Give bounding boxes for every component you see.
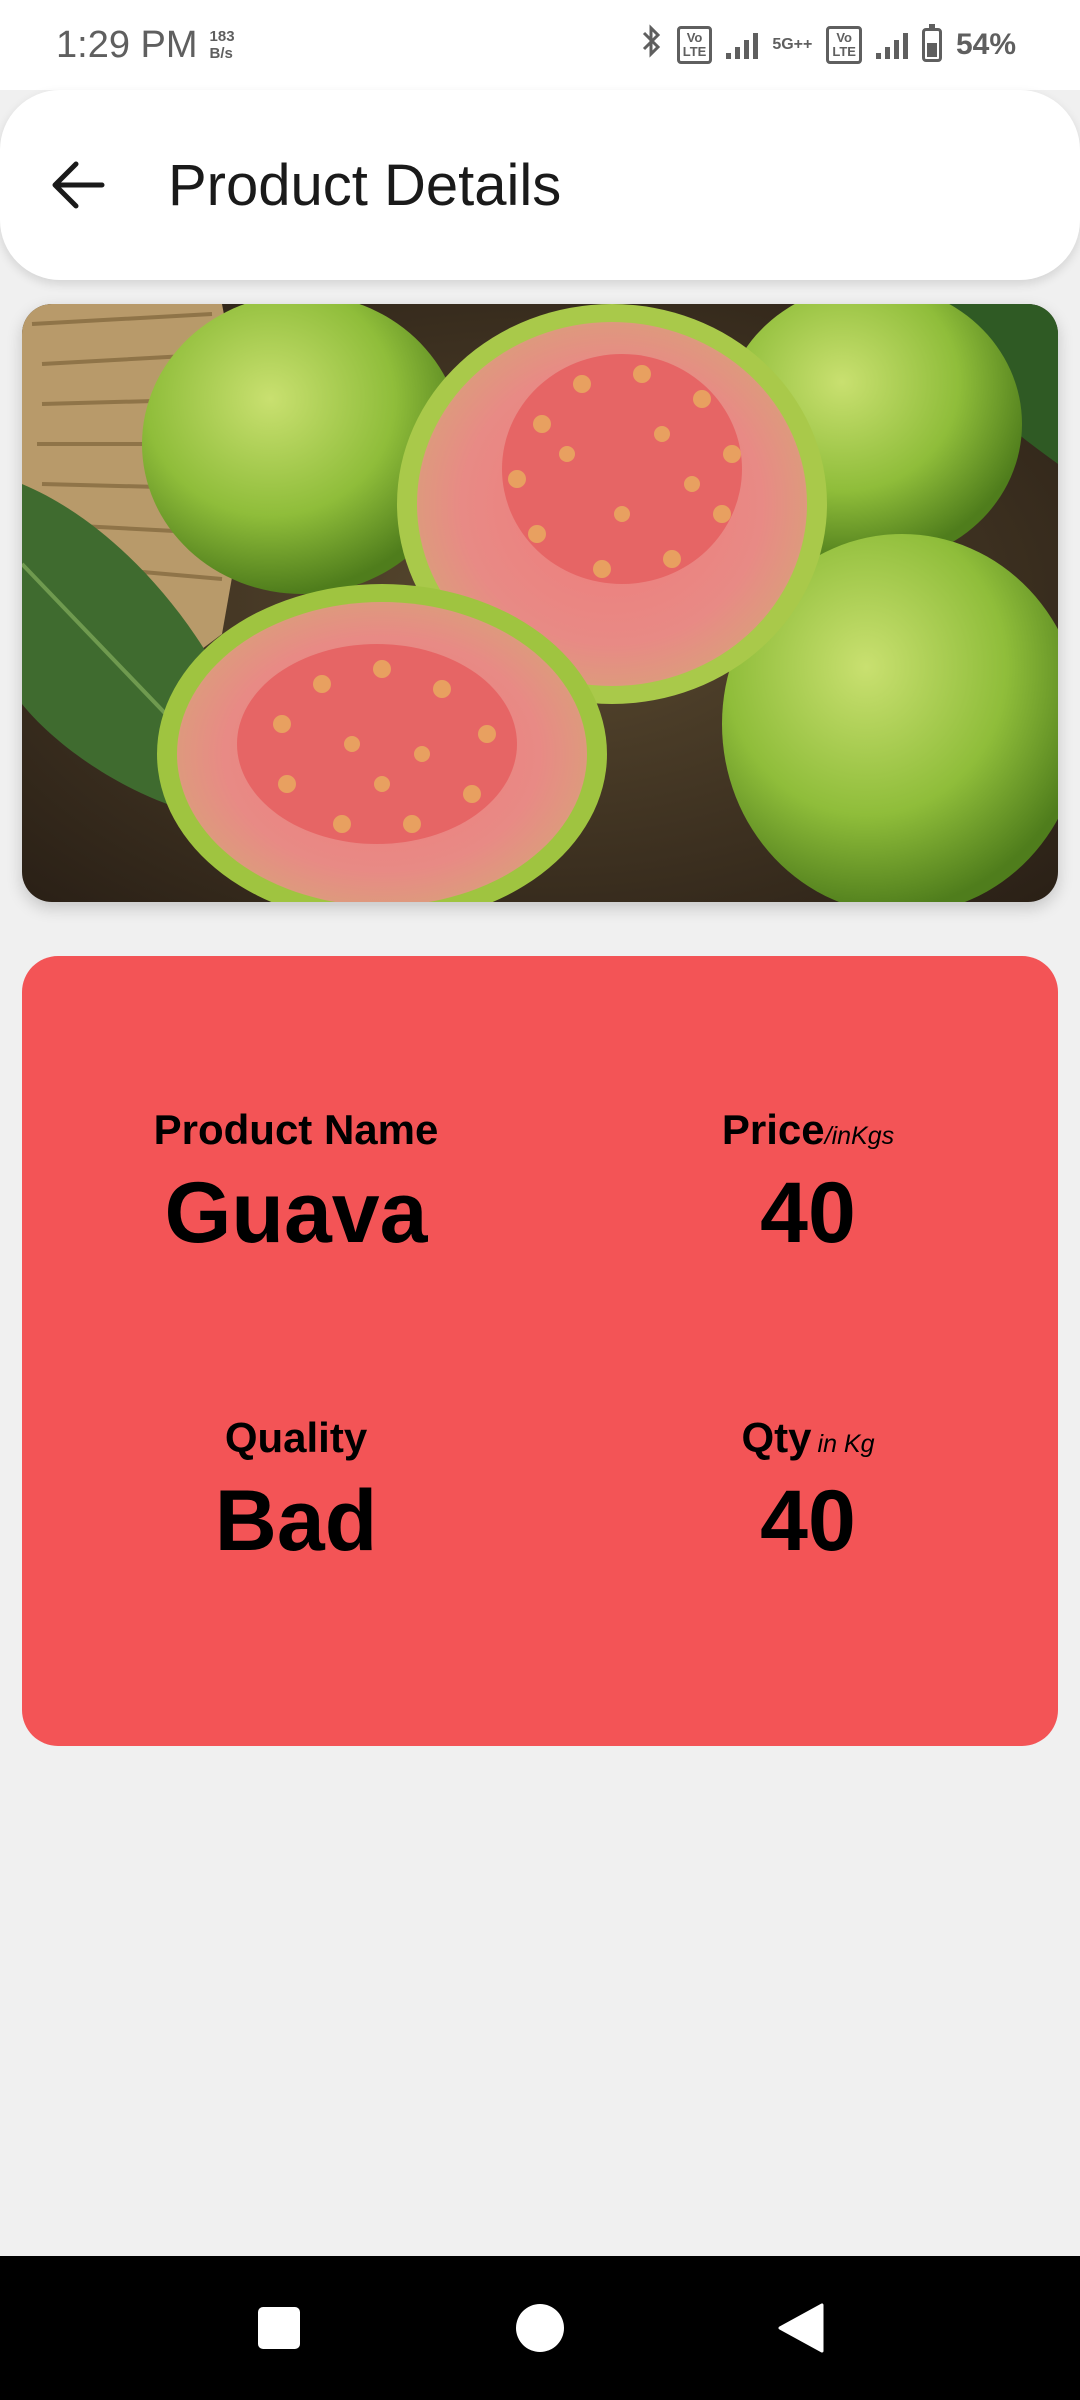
qty-cell: Qty in Kg 40 (558, 1414, 1058, 1571)
qty-label-row: Qty in Kg (558, 1414, 1058, 1462)
speed-value: 183 (209, 28, 235, 45)
volte-bottom: LTE (832, 44, 856, 59)
product-image (22, 304, 1058, 902)
status-bar: 1:29 PM 183 B/s Vo LTE 5G++ Vo LTE 54% (0, 0, 1080, 90)
qty-label: Qty (741, 1414, 812, 1461)
volte-icon: Vo LTE (676, 26, 713, 64)
recents-button[interactable] (252, 2301, 306, 2355)
back-triangle-icon (778, 2303, 824, 2353)
status-time: 1:29 PM (56, 23, 198, 66)
bluetooth-icon (641, 24, 663, 66)
network-speed: 183 B/s (210, 28, 235, 62)
volte-icon: Vo LTE (826, 26, 862, 64)
recents-square-icon (258, 2307, 300, 2349)
battery-icon (921, 24, 942, 62)
quality-label: Quality (224, 1414, 368, 1461)
app-bar: Product Details (0, 90, 1080, 280)
quality-cell: Quality Bad (46, 1414, 546, 1571)
home-button[interactable] (513, 2301, 567, 2355)
speed-unit: B/s (209, 45, 233, 62)
volte-top: Vo (686, 30, 703, 45)
price-value: 40 (760, 1165, 856, 1261)
volte-top: Vo (836, 30, 852, 45)
home-circle-icon (516, 2304, 564, 2352)
product-name-label: Product Name (153, 1106, 439, 1153)
product-name-cell: Product Name Guava (46, 1106, 546, 1263)
battery-percent: 54% (955, 28, 1016, 61)
nav-back-button[interactable] (774, 2301, 828, 2355)
price-unit: /inKgs (824, 1122, 895, 1150)
price-label-row: Price/inKgs (558, 1106, 1058, 1154)
back-button[interactable] (28, 135, 128, 235)
signal-icon (875, 31, 908, 59)
quality-value: Bad (214, 1473, 378, 1569)
5g-icon: 5G++ (772, 36, 813, 53)
price-cell: Price/inKgs 40 (558, 1106, 1058, 1263)
qty-unit: in Kg (817, 1430, 875, 1458)
price-label: Price (721, 1106, 825, 1153)
system-nav-bar (0, 2256, 1080, 2400)
product-info-card: Product Name Guava Price/inKgs 40 Qualit… (22, 956, 1058, 1746)
arrow-left-icon (52, 161, 105, 209)
status-left: 1:29 PM 183 B/s (56, 24, 235, 67)
signal-icon (726, 31, 759, 59)
qty-value: 40 (760, 1473, 856, 1569)
product-name-value: Guava (164, 1165, 428, 1261)
volte-bottom: LTE (682, 44, 707, 59)
status-right: Vo LTE 5G++ Vo LTE 54% (641, 24, 1016, 66)
page-title: Product Details (168, 152, 562, 218)
